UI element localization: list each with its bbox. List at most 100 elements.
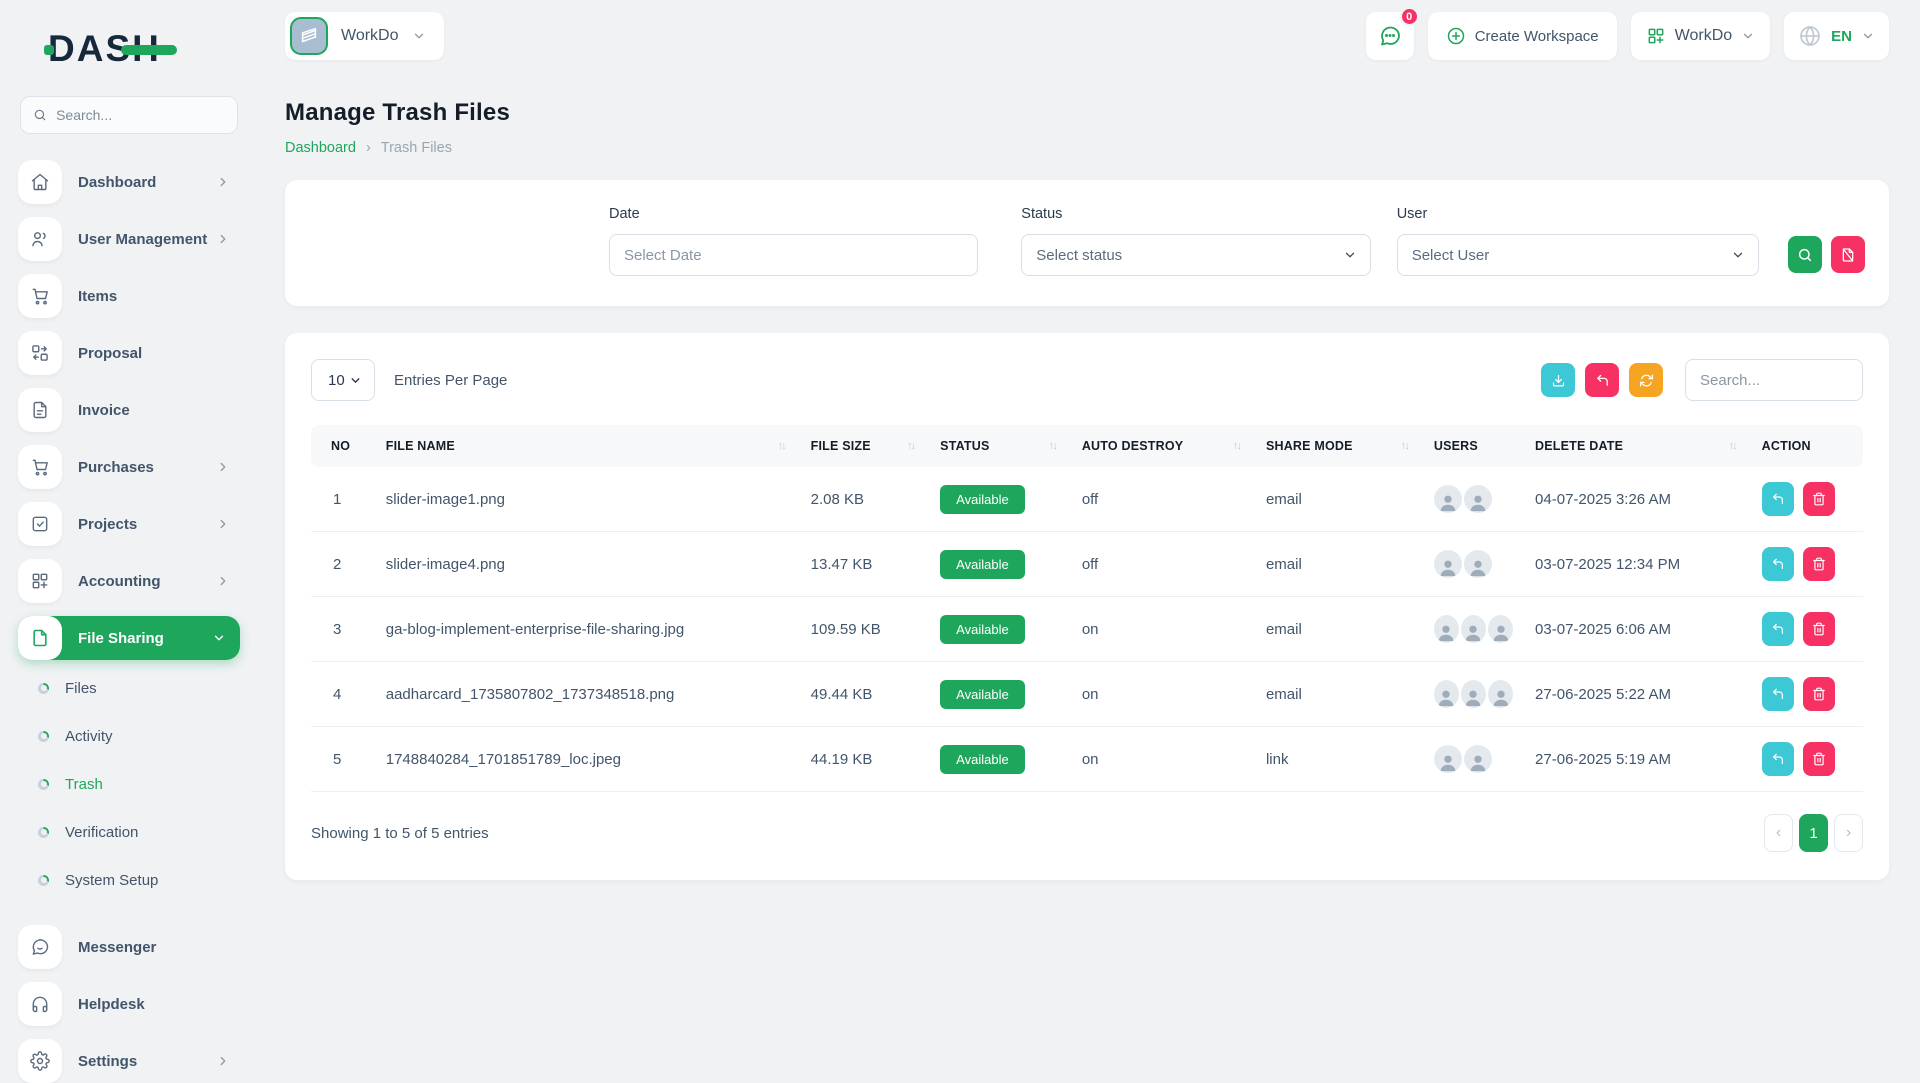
header-file-name[interactable]: FILE NAME↑↓ (376, 425, 801, 467)
date-input[interactable] (624, 247, 963, 264)
user-avatar-icon[interactable] (1461, 615, 1486, 643)
sort-icon[interactable]: ↑↓ (1401, 440, 1414, 452)
pagination-prev-button[interactable]: ‹ (1764, 814, 1793, 852)
breadcrumb-dashboard-link[interactable]: Dashboard (285, 140, 356, 156)
cell-auto-destroy: on (1072, 727, 1256, 792)
topbar: WorkDo 0 Create Workspace WorkDo EN (285, 12, 1889, 60)
user-avatar-icon[interactable] (1488, 615, 1513, 643)
restore-file-button[interactable] (1762, 612, 1794, 646)
chevron-right-icon (216, 574, 230, 588)
create-workspace-button[interactable]: Create Workspace (1428, 12, 1617, 60)
sidebar-item-activity[interactable]: Activity (18, 721, 240, 751)
delete-file-button[interactable] (1803, 612, 1835, 646)
restore-file-button[interactable] (1762, 547, 1794, 581)
header-status[interactable]: STATUS↑↓ (930, 425, 1072, 467)
header-users[interactable]: USERS (1424, 425, 1525, 467)
header-delete-date[interactable]: DELETE DATE↑↓ (1525, 425, 1752, 467)
workspace-menu-label: WorkDo (1675, 27, 1733, 45)
workspace-switcher[interactable]: WorkDo (285, 12, 444, 60)
submenu-bullet-icon (38, 779, 49, 790)
sort-icon[interactable]: ↑↓ (778, 440, 791, 452)
language-code: EN (1831, 28, 1852, 45)
user-avatar-icon[interactable] (1434, 485, 1462, 513)
workspace-menu-button[interactable]: WorkDo (1631, 12, 1771, 60)
header-share-mode[interactable]: SHARE MODE↑↓ (1256, 425, 1424, 467)
restore-file-button[interactable] (1762, 677, 1794, 711)
header-action: ACTION (1752, 425, 1863, 467)
restore-file-button[interactable] (1762, 482, 1794, 516)
table-row: 1 slider-image1.png 2.08 KB Available of… (311, 467, 1863, 532)
chat-bubble-icon (1378, 24, 1402, 48)
header-no[interactable]: NO (311, 425, 376, 467)
status-badge: Available (940, 550, 1025, 579)
user-avatar-icon[interactable] (1461, 680, 1486, 708)
sidebar-search-input[interactable] (56, 107, 225, 123)
pagination-page-1[interactable]: 1 (1799, 814, 1828, 852)
user-avatar-icon[interactable] (1464, 745, 1492, 773)
sidebar-search[interactable] (20, 96, 238, 134)
pagination-next-button[interactable]: › (1834, 814, 1863, 852)
chevron-down-icon (349, 374, 362, 387)
sidebar-item-label: Items (78, 288, 240, 305)
sidebar-item-files[interactable]: Files (18, 673, 240, 703)
sidebar-item-trash[interactable]: Trash (18, 769, 240, 799)
sidebar-item-purchases[interactable]: Purchases (18, 445, 240, 489)
cell-file-name: 1748840284_1701851789_loc.jpeg (376, 727, 801, 792)
sidebar-item-projects[interactable]: Projects (18, 502, 240, 546)
user-avatar-icon[interactable] (1434, 550, 1462, 578)
export-download-button[interactable] (1541, 363, 1575, 397)
sort-icon[interactable]: ↑↓ (1233, 440, 1246, 452)
cell-file-size: 2.08 KB (801, 467, 931, 532)
cell-file-name: slider-image1.png (376, 467, 801, 532)
messages-button[interactable]: 0 (1366, 12, 1414, 60)
notification-badge: 0 (1400, 7, 1419, 26)
chevron-down-icon (1343, 248, 1357, 262)
refresh-button[interactable] (1629, 363, 1663, 397)
home-icon (18, 160, 62, 204)
sidebar-item-system-setup[interactable]: System Setup (18, 865, 240, 895)
sidebar-item-dashboard[interactable]: Dashboard (18, 160, 240, 204)
cell-auto-destroy: off (1072, 532, 1256, 597)
sidebar-item-helpdesk[interactable]: Helpdesk (18, 982, 240, 1026)
sidebar-item-label: Purchases (78, 459, 216, 476)
user-avatar-icon[interactable] (1488, 680, 1513, 708)
user-avatar-icon[interactable] (1464, 485, 1492, 513)
header-auto-destroy[interactable]: AUTO DESTROY↑↓ (1072, 425, 1256, 467)
sidebar-item-invoice[interactable]: Invoice (18, 388, 240, 432)
brand-logo[interactable]: DASH (48, 28, 161, 70)
delete-file-button[interactable] (1803, 482, 1835, 516)
user-avatar-icon[interactable] (1434, 615, 1459, 643)
apply-filter-button[interactable] (1788, 236, 1822, 273)
status-badge: Available (940, 615, 1025, 644)
sort-icon[interactable]: ↑↓ (1729, 440, 1742, 452)
status-select-value: Select status (1036, 247, 1122, 264)
sidebar-item-settings[interactable]: Settings (18, 1039, 240, 1083)
delete-file-button[interactable] (1803, 677, 1835, 711)
entries-per-page-select[interactable]: 10 (311, 359, 375, 401)
sidebar-item-verification[interactable]: Verification (18, 817, 240, 847)
user-select[interactable]: Select User (1397, 234, 1759, 276)
sidebar-item-file-sharing[interactable]: File Sharing (18, 616, 240, 660)
user-avatar-icon[interactable] (1434, 680, 1459, 708)
status-select[interactable]: Select status (1021, 234, 1370, 276)
table-search-input[interactable] (1700, 372, 1848, 389)
sidebar-item-messenger[interactable]: Messenger (18, 925, 240, 969)
language-selector[interactable]: EN (1784, 12, 1889, 60)
restore-file-button[interactable] (1762, 742, 1794, 776)
clear-filter-button[interactable] (1831, 236, 1865, 273)
sidebar-item-user-management[interactable]: User Management (18, 217, 240, 261)
sidebar-item-accounting[interactable]: Accounting (18, 559, 240, 603)
sort-icon[interactable]: ↑↓ (907, 440, 920, 452)
user-avatar-icon[interactable] (1464, 550, 1492, 578)
sidebar-item-items[interactable]: Items (18, 274, 240, 318)
table-search-wrapper (1685, 359, 1863, 401)
restore-all-button[interactable] (1585, 363, 1619, 397)
header-file-size[interactable]: FILE SIZE↑↓ (801, 425, 931, 467)
delete-file-button[interactable] (1803, 547, 1835, 581)
filter-buttons (1788, 236, 1865, 273)
submenu-label: Activity (65, 728, 113, 745)
sidebar-item-proposal[interactable]: Proposal (18, 331, 240, 375)
user-avatar-icon[interactable] (1434, 745, 1462, 773)
sort-icon[interactable]: ↑↓ (1049, 440, 1062, 452)
delete-file-button[interactable] (1803, 742, 1835, 776)
